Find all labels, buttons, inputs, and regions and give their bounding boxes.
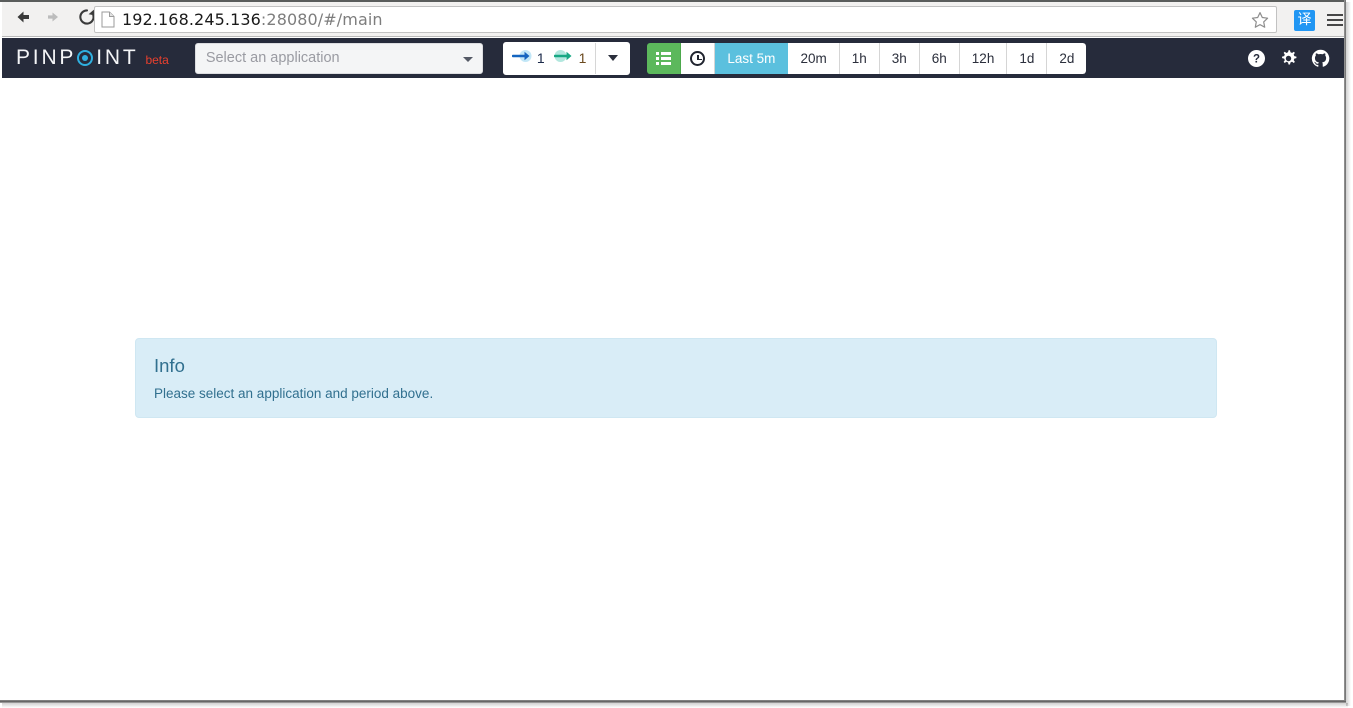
back-button[interactable] — [8, 4, 38, 34]
window-shadow-bottom — [2, 703, 1348, 708]
translate-button[interactable]: 译 — [1294, 10, 1315, 31]
time-range-1h[interactable]: 1h — [839, 42, 880, 74]
hamburger-menu-icon[interactable] — [1324, 10, 1346, 30]
layout-toggle-button[interactable] — [647, 42, 682, 74]
time-range-group: Last 5m 20m 1h 3h 6h 12h 1d 2d — [715, 42, 1087, 74]
url-host: 192.168.245.136 — [122, 10, 261, 29]
logo-text: PINP INT — [16, 46, 138, 70]
time-range-last-5m[interactable]: Last 5m — [715, 42, 789, 74]
main-content-area: Info Please select an application and pe… — [2, 78, 1344, 700]
time-range-1d[interactable]: 1d — [1007, 42, 1048, 74]
browser-window: 192.168.245.136:28080/#/main 译 PINP INT … — [0, 0, 1353, 708]
time-range-2d[interactable]: 2d — [1047, 42, 1087, 74]
clock-icon — [690, 50, 706, 66]
navbar-right-icons: ? — [1247, 38, 1330, 78]
time-range-6h[interactable]: 6h — [919, 42, 960, 74]
info-alert-message: Please select an application and period … — [154, 386, 434, 401]
forward-button[interactable] — [38, 4, 68, 34]
info-alert-title: Info — [154, 355, 185, 376]
application-select[interactable]: Select an application — [194, 42, 483, 74]
github-icon[interactable] — [1311, 49, 1330, 68]
bookmark-star-icon[interactable] — [1250, 10, 1270, 30]
arrow-outbound-icon — [553, 49, 574, 68]
url-path: :28080/#/main — [260, 10, 383, 29]
application-select-placeholder: Select an application — [205, 50, 340, 66]
server-count-dropdown-button[interactable] — [595, 42, 629, 74]
arrow-inbound-icon — [511, 49, 532, 68]
time-range-3h[interactable]: 3h — [879, 42, 920, 74]
outbound-count-value: 1 — [578, 50, 587, 66]
time-range-20m[interactable]: 20m — [788, 42, 840, 74]
view-tool-group: Last 5m 20m 1h 3h 6h 12h 1d 2d — [647, 42, 1087, 74]
chevron-down-icon — [462, 56, 473, 62]
time-range-12h[interactable]: 12h — [959, 42, 1008, 74]
outbound-count: 1 — [553, 49, 587, 68]
pinpoint-navbar: PINP INT beta Select an application 1 1 … — [2, 38, 1344, 78]
logo-text-right: INT — [96, 46, 139, 69]
inbound-count: 1 — [511, 49, 545, 68]
logo-beta-label: beta — [145, 53, 169, 67]
url-bar[interactable]: 192.168.245.136:28080/#/main — [94, 6, 1277, 33]
logo-text-left: PINP — [16, 46, 77, 69]
info-alert: Info Please select an application and pe… — [135, 338, 1217, 418]
help-circle-icon[interactable]: ? — [1247, 49, 1266, 68]
caret-down-icon — [607, 55, 618, 61]
page-document-icon — [101, 11, 115, 28]
inbound-count-value: 1 — [536, 50, 545, 66]
window-shadow-right — [1346, 2, 1351, 706]
url-text: 192.168.245.136:28080/#/main — [122, 10, 383, 29]
gear-icon[interactable] — [1279, 49, 1298, 68]
arrow-right-icon — [43, 7, 63, 32]
svg-text:?: ? — [1253, 53, 1260, 65]
time-picker-button[interactable] — [681, 42, 716, 74]
browser-toolbar: 192.168.245.136:28080/#/main 译 — [2, 2, 1344, 37]
server-count-values[interactable]: 1 1 — [504, 43, 596, 74]
pinpoint-logo[interactable]: PINP INT beta — [16, 46, 169, 70]
arrow-left-icon — [13, 7, 33, 32]
th-list-icon — [656, 51, 672, 65]
logo-pin-icon — [77, 50, 94, 66]
server-count-group: 1 1 — [502, 41, 631, 75]
